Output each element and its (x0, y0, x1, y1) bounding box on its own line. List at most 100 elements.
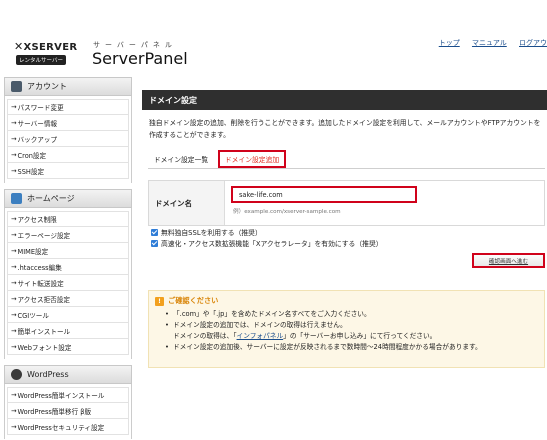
sidebar-item-wp-install[interactable]: → WordPress簡単インストール (7, 387, 129, 403)
sidebar-item-label: バックアップ (17, 135, 58, 144)
sidebar-section-title: WordPress (27, 370, 69, 379)
arrow-right-icon: → (11, 246, 17, 255)
notice-title: ! ご確認ください (155, 296, 218, 306)
arrow-right-icon: → (11, 166, 17, 175)
checkbox-checked-icon[interactable] (151, 228, 158, 236)
sidebar-item-label: サイト転送設定 (17, 279, 64, 288)
sidebar-item-label: アクセス拒否設定 (17, 295, 70, 304)
sidebar-item-ssh[interactable]: → SSH設定 (7, 163, 129, 179)
sidebar-item-label: WordPressセキュリティ設定 (17, 423, 105, 432)
top-link-manual[interactable]: マニュアル (472, 39, 507, 47)
sidebar: アカウント → パスワード変更 → サーバー情報 → バックアップ → Cron設定 →… (4, 77, 132, 440)
logo-title: ServerPanel (92, 49, 188, 68)
sidebar-item-label: Webフォント設定 (17, 343, 72, 352)
notice-item: 「.com」や「.jp」を含めたドメイン名すべてをご入力ください。 (165, 309, 540, 320)
sidebar-item-htaccess[interactable]: → .htaccess編集 (7, 259, 129, 275)
arrow-right-icon: → (11, 406, 17, 415)
ssl-checkbox-label: 無料独自SSLを利用する（推奨） (161, 229, 262, 237)
sidebar-item-backup[interactable]: → バックアップ (7, 131, 129, 147)
sidebar-item-label: .htaccess編集 (17, 263, 62, 272)
page-title: ドメイン設定 (142, 90, 547, 110)
xserver-logo[interactable]: ✕XSERVER (14, 40, 77, 53)
tab-domain-add[interactable]: ドメイン設定追加 (218, 150, 286, 168)
header: ✕XSERVER レンタルサーバー サーバーパネル ServerPanel トッ… (0, 0, 547, 76)
logo-brand: XSERVER (23, 42, 78, 53)
sidebar-item-label: CGIツール (17, 311, 49, 320)
arrow-right-icon: → (11, 278, 17, 287)
arrow-right-icon: → (11, 391, 17, 399)
arrow-right-icon: → (11, 150, 17, 159)
sidebar-item-label: Cron設定 (17, 151, 47, 160)
sidebar-item-label: 簡単インストール (17, 327, 71, 336)
sidebar-list-wordpress: → WordPress簡単インストール → WordPress簡単移行 β版 → Wo… (4, 384, 132, 439)
sidebar-list-account: → パスワード変更 → サーバー情報 → バックアップ → Cron設定 → SSH設定 (4, 96, 132, 183)
homepage-icon (11, 193, 22, 204)
logo-badge: レンタルサーバー (16, 55, 66, 65)
arrow-right-icon: → (11, 134, 17, 143)
sidebar-item-label: エラーページ設定 (17, 231, 71, 240)
sidebar-item-label: サーバー情報 (17, 119, 58, 128)
sidebar-item-error-page[interactable]: → エラーページ設定 (7, 227, 129, 243)
warning-icon: ! (155, 296, 164, 306)
notice-list: 「.com」や「.jp」を含めたドメイン名すべてをご入力ください。 ドメイン設定… (165, 309, 540, 353)
page-description: 独自ドメイン設定の追加、削除を行うことができます。追加したドメイン設定を利用して… (149, 119, 541, 139)
checkbox-checked-icon[interactable] (151, 239, 158, 247)
notice-subline: ドメインの取得は、「インフォパネル」の「サーバーお申し込み」にて行ってください。 (165, 331, 540, 342)
notice-item: ドメイン設定の追加では、ドメインの取得は行えません。 (165, 320, 540, 331)
confirm-button[interactable]: 確認画面へ進む (472, 253, 545, 268)
sidebar-item-password-change[interactable]: → パスワード変更 (7, 99, 129, 115)
main-panel: ドメイン設定 独自ドメイン設定の追加、削除を行うことができます。追加したドメイン… (142, 90, 547, 440)
sidebar-section-homepage: ホームページ (4, 189, 132, 208)
sidebar-item-easy-install[interactable]: → 簡単インストール (7, 323, 129, 339)
arrow-right-icon: → (11, 310, 17, 319)
arrow-right-icon: → (11, 103, 17, 111)
arrow-right-icon: → (11, 326, 17, 335)
notice-subline-before: ドメインの取得は、「 (173, 332, 237, 340)
sidebar-item-wp-security[interactable]: → WordPressセキュリティ設定 (7, 419, 129, 435)
sidebar-item-wp-migrate[interactable]: → WordPress簡単移行 β版 (7, 403, 129, 419)
sidebar-item-access-deny[interactable]: → アクセス拒否設定 (7, 291, 129, 307)
notice-subline-after: 」の「サーバーお申し込み」にて行ってください。 (283, 332, 437, 340)
tab-domain-list[interactable]: ドメイン設定一覧 (148, 150, 214, 168)
arrow-right-icon: → (11, 262, 17, 271)
sidebar-item-label: SSH設定 (17, 167, 45, 176)
sidebar-item-cron[interactable]: → Cron設定 (7, 147, 129, 163)
top-link-top[interactable]: トップ (439, 39, 460, 47)
account-icon (11, 81, 22, 92)
top-link-logout[interactable]: ログアウ (519, 39, 547, 47)
arrow-right-icon: → (11, 118, 17, 127)
sidebar-item-cgi-tool[interactable]: → CGIツール (7, 307, 129, 323)
arrow-right-icon: → (11, 215, 17, 223)
domain-input[interactable] (231, 186, 417, 203)
sidebar-item-label: アクセス制限 (17, 216, 57, 224)
arrow-right-icon: → (11, 294, 17, 303)
domain-form: ドメイン名 例）example.com/xserver-sample.com (148, 180, 545, 226)
arrow-right-icon: → (11, 422, 17, 431)
top-links: トップ マニュアル ログアウ (429, 38, 547, 48)
sidebar-item-site-redirect[interactable]: → サイト転送設定 (7, 275, 129, 291)
notice-item: ドメイン設定の追加後、サーバーに設定が反映されるまで数時間〜24時間程度かかる場… (165, 342, 540, 353)
sidebar-item-label: WordPress簡単移行 β版 (17, 407, 92, 416)
arrow-right-icon: → (11, 230, 17, 239)
sidebar-item-server-info[interactable]: → サーバー情報 (7, 115, 129, 131)
sidebar-item-access-restriction[interactable]: → アクセス制限 (7, 211, 129, 227)
arrow-right-icon: → (11, 342, 17, 351)
wordpress-icon (11, 369, 22, 380)
sidebar-item-label: MIME設定 (17, 247, 49, 256)
accelerator-checkbox-row[interactable]: 高速化・アクセス数拡張機能「Xアクセラレータ」を有効にする（推奨） (151, 238, 383, 248)
xserver-logo-mark-icon: ✕ (14, 40, 24, 53)
domain-field-label: ドメイン名 (149, 181, 225, 225)
sidebar-item-label: パスワード変更 (17, 104, 64, 112)
sidebar-section-title: ホームページ (27, 194, 75, 203)
accelerator-checkbox-label: 高速化・アクセス数拡張機能「Xアクセラレータ」を有効にする（推奨） (161, 240, 383, 248)
sidebar-item-mime[interactable]: → MIME設定 (7, 243, 129, 259)
notice-box: ! ご確認ください 「.com」や「.jp」を含めたドメイン名すべてをご入力くだ… (148, 290, 545, 368)
sidebar-section-wordpress: WordPress (4, 365, 132, 384)
ssl-checkbox-row[interactable]: 無料独自SSLを利用する（推奨） (151, 227, 262, 237)
notice-title-text: ご確認ください (168, 296, 219, 305)
sidebar-section-account: アカウント (4, 77, 132, 96)
sidebar-item-label: WordPress簡単インストール (17, 392, 105, 400)
tab-divider (148, 168, 545, 169)
info-panel-link[interactable]: インフォパネル (237, 332, 284, 340)
sidebar-item-web-font[interactable]: → Webフォント設定 (7, 339, 129, 355)
